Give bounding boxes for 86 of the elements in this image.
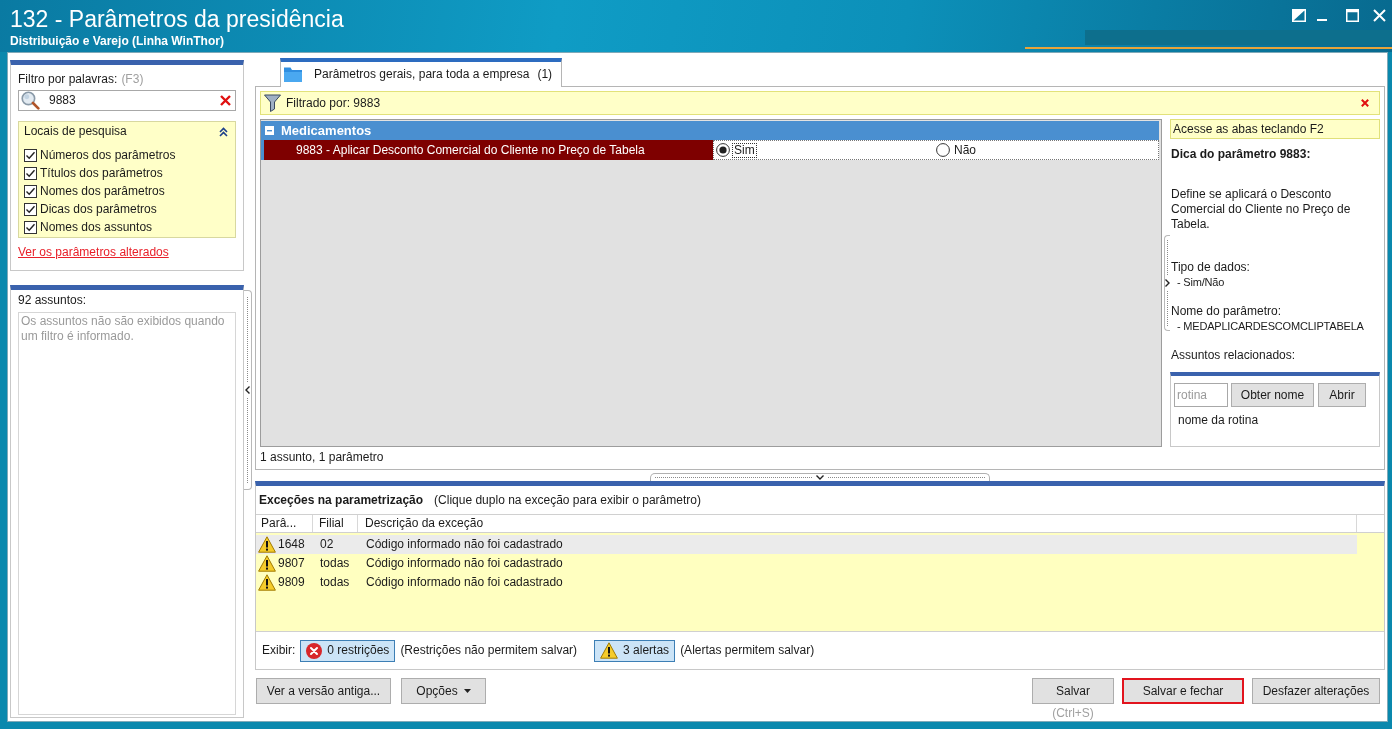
action-button[interactable]: Ver a versão antiga... bbox=[256, 678, 391, 704]
maximize-icon[interactable] bbox=[1346, 9, 1359, 22]
warning-icon bbox=[258, 555, 276, 572]
toggle-note: (Restrições não permitem salvar) bbox=[400, 643, 578, 658]
radio-button[interactable] bbox=[936, 143, 950, 157]
splitter-handle[interactable] bbox=[650, 473, 990, 481]
hint-title: Dica do parâmetro 9883: bbox=[1171, 147, 1312, 162]
table-cell-text: 02 bbox=[319, 537, 335, 552]
checkbox-label[interactable]: Dicas dos parâmetros bbox=[40, 201, 157, 217]
hint-value: - MEDAPLICARDESCOMCLIPTABELA bbox=[1177, 319, 1364, 334]
filter-label: Filtro por palavras: bbox=[18, 72, 118, 87]
filter-toggle[interactable]: 0 restrições bbox=[300, 639, 396, 662]
funnel-icon bbox=[264, 94, 281, 112]
warning-icon bbox=[600, 642, 619, 659]
search-icon bbox=[20, 91, 41, 110]
column-header[interactable]: Descrição da exceção bbox=[358, 515, 1357, 532]
checkbox-label[interactable]: Títulos dos parâmetros bbox=[40, 165, 163, 181]
notice-box: Acesse as abas teclando F2 bbox=[1170, 119, 1380, 139]
table-cell-text: Código informado não foi cadastrado bbox=[365, 537, 563, 552]
column-header[interactable]: Filial bbox=[313, 515, 358, 532]
table-cell-text: todas bbox=[319, 575, 351, 590]
radio-button[interactable] bbox=[716, 143, 730, 157]
collapse-icon[interactable] bbox=[265, 126, 274, 135]
clear-icon[interactable] bbox=[220, 95, 231, 106]
splitter-handle[interactable] bbox=[244, 290, 252, 490]
action-button[interactable]: Salvar bbox=[1032, 678, 1114, 704]
chevron-left-icon bbox=[245, 386, 250, 394]
warning-icon bbox=[258, 536, 276, 553]
checkbox[interactable] bbox=[24, 166, 37, 180]
splitter-handle[interactable] bbox=[1164, 235, 1170, 331]
action-button[interactable]: Desfazer alterações bbox=[1252, 678, 1380, 704]
checkbox[interactable] bbox=[24, 202, 37, 216]
toggle-note: (Alertas permitem salvar) bbox=[680, 643, 815, 658]
parameter-name[interactable]: 9883 - Aplicar Desconto Comercial do Cliente no Preço de Tabela bbox=[264, 140, 713, 160]
chevron-down-icon bbox=[816, 475, 824, 480]
search-field[interactable]: 9883 bbox=[18, 90, 236, 111]
table-cell: 9809 bbox=[278, 575, 305, 590]
hint-value: - Sim/Não bbox=[1177, 275, 1225, 290]
column-header[interactable]: Parâ... bbox=[256, 515, 313, 532]
result-summary: 1 assunto, 1 parâmetro bbox=[260, 450, 385, 465]
window-subtitle: Distribuição e Varejo (Linha WinThor) bbox=[10, 34, 225, 49]
caret-icon bbox=[463, 689, 471, 693]
table-row[interactable]: 1648 02 Código informado não foi cadastrado bbox=[256, 535, 1357, 554]
routine-name: nome da rotina bbox=[1177, 413, 1260, 428]
show-label: Exibir: bbox=[262, 643, 296, 658]
half-square-icon[interactable] bbox=[1292, 9, 1306, 22]
subjects-count: 92 assuntos: bbox=[18, 293, 88, 308]
checkbox-label[interactable]: Nomes dos assuntos bbox=[40, 219, 153, 235]
shortcut-hint: (Ctrl+S) bbox=[1052, 706, 1094, 721]
table-cell-text: Código informado não foi cadastrado bbox=[365, 556, 563, 571]
close-icon[interactable] bbox=[1361, 99, 1369, 107]
routine-button[interactable]: Abrir bbox=[1318, 383, 1366, 407]
routine-field[interactable]: rotina bbox=[1174, 383, 1228, 407]
shortcut-hint: (F3) bbox=[121, 72, 144, 87]
action-button[interactable]: Salvar e fechar bbox=[1122, 678, 1244, 704]
table-cell-text: Código informado não foi cadastrado bbox=[365, 575, 563, 590]
tab[interactable]: Parâmetros gerais, para toda a empresa (1) bbox=[280, 58, 563, 87]
hint-heading: Tipo de dados: bbox=[1171, 260, 1250, 275]
table-cell-text: todas bbox=[319, 556, 351, 571]
chevron-right-icon bbox=[1165, 279, 1170, 287]
menu-button[interactable]: Opções bbox=[401, 678, 486, 704]
radio-label[interactable]: Não bbox=[952, 142, 978, 158]
error-icon bbox=[306, 642, 323, 659]
table-cell: 1648 bbox=[278, 537, 305, 552]
hint-description: Define se aplicará o Desconto Comercial do Cliente no Preço de Tabela. bbox=[1171, 187, 1352, 232]
warning-icon bbox=[258, 574, 276, 591]
window-title: 132 - Parâmetros da presidência bbox=[10, 5, 344, 33]
checkbox-label[interactable]: Nomes dos parâmetros bbox=[40, 183, 165, 199]
hint-heading: Nome do parâmetro: bbox=[1171, 304, 1282, 319]
hint-heading: Assuntos relacionados: bbox=[1171, 348, 1296, 363]
table-cell: 9807 bbox=[278, 556, 305, 571]
radio-label[interactable]: Sim bbox=[732, 142, 757, 158]
filter-text: Filtrado por: 9883 bbox=[286, 95, 382, 111]
section-title: Locais de pesquisa bbox=[24, 124, 127, 139]
changed-parameters-link[interactable]: Ver os parâmetros alterados bbox=[18, 245, 169, 260]
filter-toggle[interactable]: 3 alertas bbox=[594, 639, 676, 662]
double-chevron-up-icon[interactable] bbox=[219, 126, 228, 137]
exceptions-hint: (Clique duplo na exceção para exibir o parâmetro) bbox=[434, 492, 701, 508]
checkbox[interactable] bbox=[24, 184, 37, 198]
exceptions-title: Exceções na parametrização bbox=[259, 492, 424, 508]
empty-message: Os assuntos não são exibidos quando um filtro é informado. bbox=[21, 314, 226, 344]
checkbox-label[interactable]: Números dos parâmetros bbox=[40, 147, 176, 163]
routine-button[interactable]: Obter nome bbox=[1231, 383, 1314, 407]
checkbox[interactable] bbox=[24, 148, 37, 162]
checkbox[interactable] bbox=[24, 220, 37, 234]
folder-icon bbox=[284, 67, 302, 82]
